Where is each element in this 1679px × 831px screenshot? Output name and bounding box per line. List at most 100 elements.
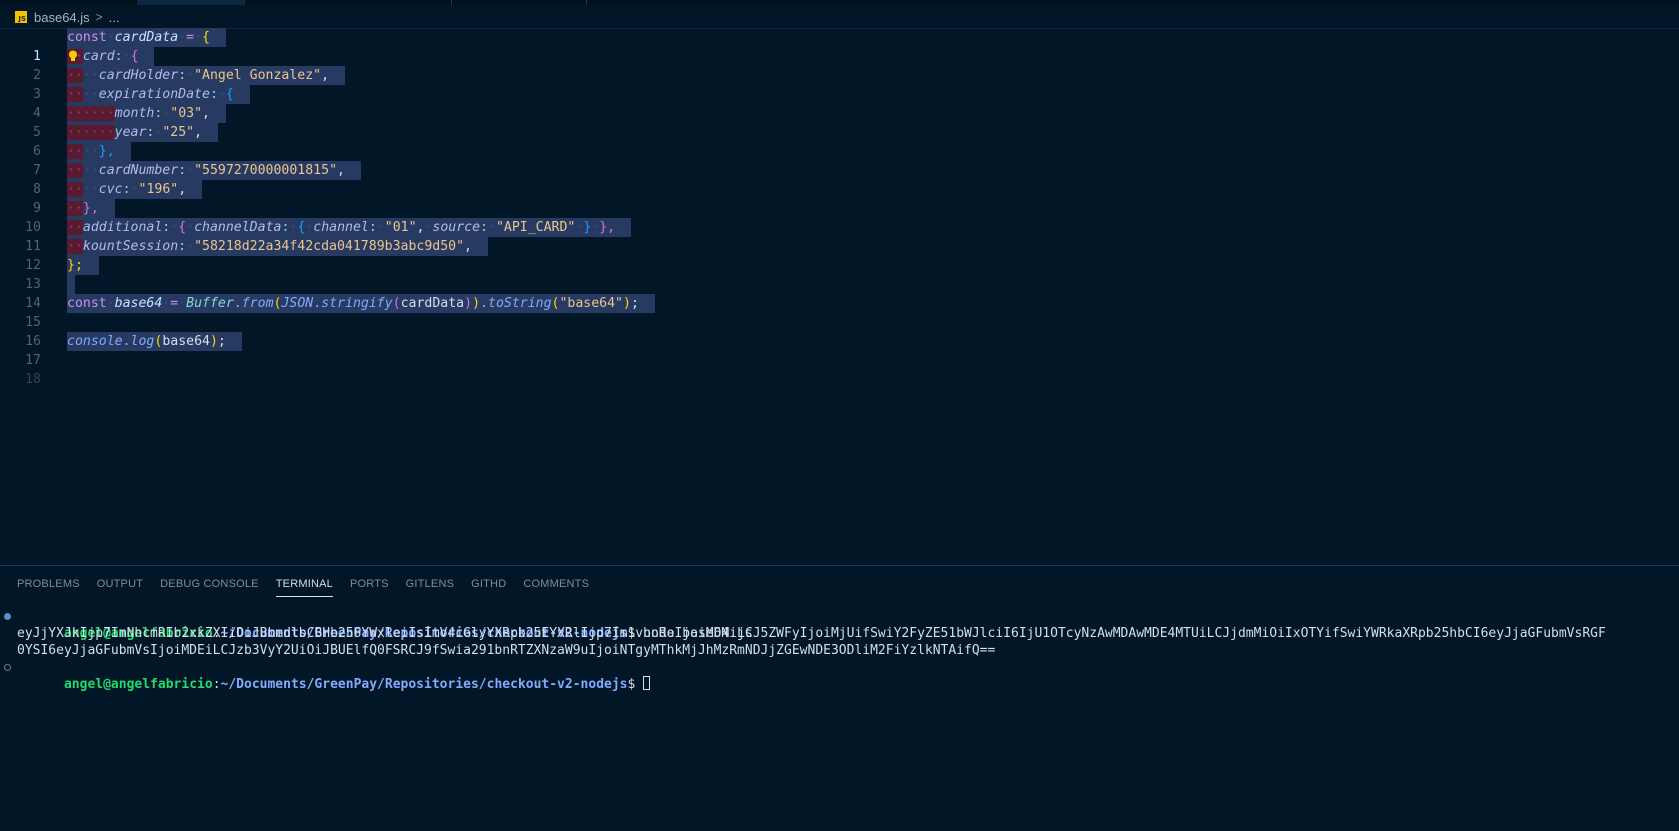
code-token: cardNumber (98, 163, 179, 178)
code-token: }, (82, 201, 99, 216)
code-line: 1 const·cardData·=·{ (0, 28, 1679, 64)
javascript-file-icon: JS (15, 11, 27, 23)
terminal-output-line: eyJjYXJkIjp7ImNhcmRIb2xkZXIiOiJBbmdlbCBH… (17, 626, 1606, 641)
code-token: }; (67, 258, 83, 273)
code-token: { (130, 49, 139, 64)
code-token: . (480, 296, 488, 311)
terminal-command-line: angel@angelfabricio:~/Documents/GreenPay… (0, 608, 1679, 641)
chevron-right-icon: > (95, 10, 103, 24)
code-line: 8 ····cardNumber:·"5597270000001815", (0, 161, 1679, 197)
code-token: : (178, 239, 187, 254)
code-line: 15 const·base64·=·Buffer.from(JSON.strin… (0, 294, 1679, 330)
code-line: 14 (0, 275, 1679, 311)
code-token: : (209, 87, 218, 102)
code-token: ; (630, 296, 639, 311)
code-token: . (233, 296, 242, 311)
code-token: const (67, 30, 107, 45)
code-token: "API_CARD" (495, 220, 576, 235)
tab-gitlens[interactable]: GITLENS (406, 566, 454, 602)
code-token: "196" (138, 182, 179, 197)
tab-segment-active (137, 0, 245, 5)
code-token: additional (82, 220, 163, 235)
code-token: { (202, 30, 210, 45)
code-line: 17 console.log(base64); (0, 332, 1679, 368)
code-token: }, (98, 144, 115, 159)
code-token: toString (488, 296, 552, 311)
tab-debug-console[interactable]: DEBUG CONSOLE (160, 566, 259, 602)
code-line: 11 ··additional:·{·channelData:·{·channe… (0, 218, 1679, 254)
terminal-colon: : (212, 677, 221, 692)
breadcrumb-more[interactable]: ... (109, 10, 120, 25)
command-success-icon[interactable] (4, 613, 11, 620)
code-token: : (114, 49, 123, 64)
code-token: ) (623, 296, 631, 311)
terminal-user: angel@angelfabricio (63, 677, 213, 692)
lightbulb-icon[interactable] (68, 50, 78, 62)
code-token: channelData (194, 220, 282, 235)
tab-ports[interactable]: PORTS (350, 566, 389, 602)
breadcrumb: JS base64.js > ... (0, 6, 1679, 29)
code-line: 16 (0, 313, 1679, 349)
code-line: 2 ··card:·{ (0, 47, 1679, 83)
code-token: . (313, 296, 322, 311)
breadcrumb-file-name[interactable]: base64.js (34, 10, 90, 25)
tab-divider (586, 0, 587, 5)
code-token: , (321, 68, 330, 83)
code-token: = (170, 296, 179, 311)
code-token: from (241, 296, 274, 311)
code-token: , (464, 239, 472, 254)
code-token: expirationDate (98, 87, 210, 102)
code-token: console (67, 334, 123, 349)
terminal-cursor[interactable] (643, 676, 651, 690)
code-editor[interactable]: 1 const·cardData·=·{ 2 ··card:·{ 3 ····c… (0, 28, 1679, 565)
panel-tab-bar: PROBLEMS OUTPUT DEBUG CONSOLE TERMINAL P… (0, 566, 589, 602)
tab-terminal[interactable]: TERMINAL (275, 566, 334, 602)
code-token: "base64" (559, 296, 624, 311)
code-line: 12 ··kountSession:·"58218d22a34f42cda041… (0, 237, 1679, 273)
code-token: card (82, 49, 115, 64)
code-line: 9 ····cvc:·"196", (0, 180, 1679, 216)
code-line: 3 ····cardHolder:·"Angel Gonzalez", (0, 66, 1679, 102)
code-token: stringify (321, 296, 393, 311)
terminal-output-line: 0YSI6eyJjaGFubmVsIjoiMDEiLCJzb3VyY2UiOiJ… (17, 643, 996, 658)
code-token: "5597270000001815" (194, 163, 338, 178)
code-token: Buffer (186, 296, 234, 311)
code-token: }, (599, 220, 616, 235)
code-token: "01" (384, 220, 417, 235)
tab-comments[interactable]: COMMENTS (523, 566, 589, 602)
code-token: . (122, 334, 131, 349)
code-token: ; (217, 334, 226, 349)
code-token: const (67, 296, 107, 311)
code-token: cvc (98, 182, 123, 197)
code-token: "58218d22a34f42cda041789b3abc9d50" (194, 239, 465, 254)
code-token: , (337, 163, 345, 178)
code-line: 13 }; (0, 256, 1679, 292)
code-line: 7 ····}, (0, 142, 1679, 178)
command-pending-icon[interactable] (4, 664, 11, 671)
code-token: cardData (114, 30, 179, 45)
bottom-panel: PROBLEMS OUTPUT DEBUG CONSOLE TERMINAL P… (0, 565, 1679, 831)
code-token: ) (209, 334, 218, 349)
code-token: kountSession (82, 239, 179, 254)
code-token: JSON (281, 296, 314, 311)
code-token: "25" (162, 125, 195, 140)
code-token: year (114, 125, 147, 140)
code-token: cardData (400, 296, 465, 311)
terminal[interactable]: angel@angelfabricio:~/Documents/GreenPay… (0, 608, 1679, 692)
tab-output[interactable]: OUTPUT (97, 566, 143, 602)
terminal-prompt: $ (627, 677, 636, 692)
code-token: : (122, 182, 131, 197)
tab-problems[interactable]: PROBLEMS (17, 566, 80, 602)
code-token: source (432, 220, 481, 235)
tab-githd[interactable]: GITHD (471, 566, 506, 602)
code-token: ) (472, 296, 481, 311)
code-token: = (186, 30, 195, 45)
code-token: "03" (170, 106, 203, 121)
code-token: cardHolder (98, 68, 179, 83)
code-token: : (178, 68, 187, 83)
code-token: base64 (162, 334, 210, 349)
code-token: : (368, 220, 377, 235)
code-line: 6 ······year:·"25", (0, 123, 1679, 159)
code-token: ) (464, 296, 473, 311)
code-token: : (178, 163, 187, 178)
